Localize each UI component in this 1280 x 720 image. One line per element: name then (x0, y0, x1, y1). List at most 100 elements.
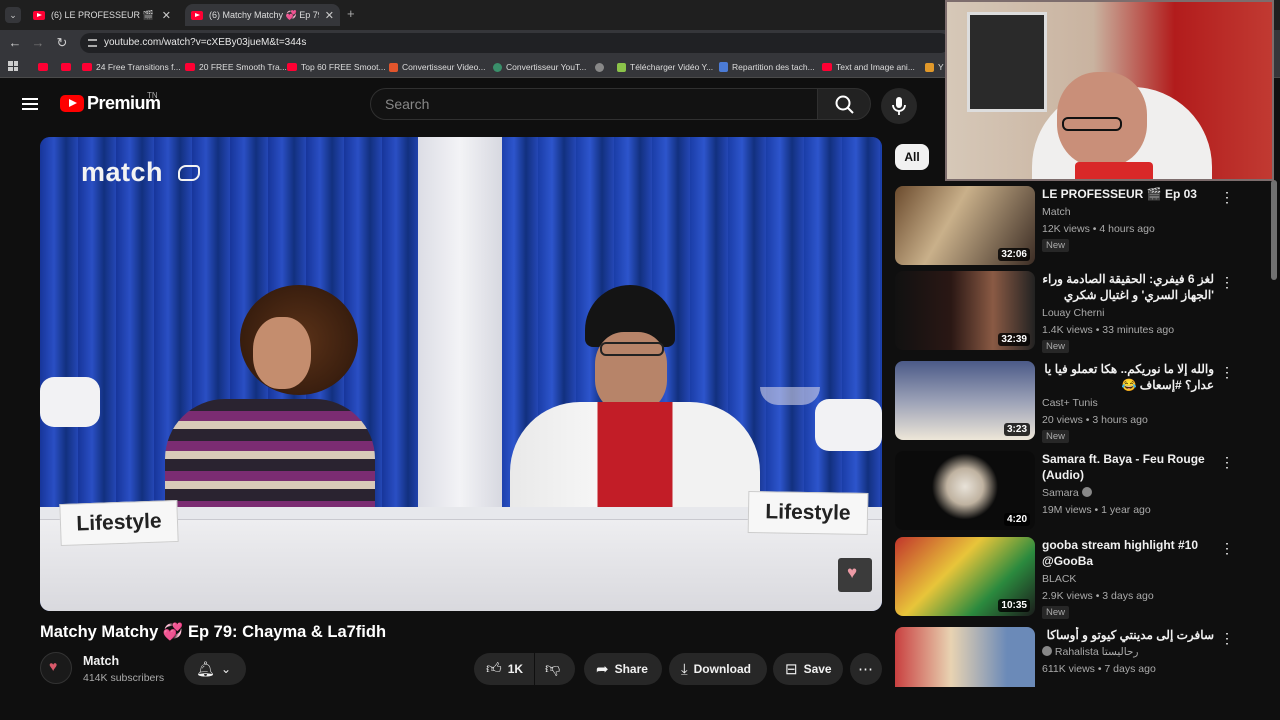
person-jacket (510, 402, 760, 522)
recommended-title[interactable]: سافرت إلى مدينتي كيوتو و أوساكا في الياب… (1042, 627, 1214, 643)
video-thumbnail[interactable]: 10:35 (895, 537, 1035, 616)
bookmark-label: 20 FREE Smooth Tra... (199, 62, 287, 72)
thumbs-down-icon: 👎︎ (545, 660, 561, 677)
video-thumbnail[interactable]: 3:23 (895, 361, 1035, 440)
site-info-icon[interactable] (88, 39, 97, 47)
voice-search-button[interactable] (881, 88, 917, 124)
recommended-channel[interactable]: BLACK (1042, 573, 1076, 585)
recommended-channel[interactable]: Cast+ Tunis (1042, 397, 1098, 409)
tab-title: (6) LE PROFESSEUR 🎬 Ep 03 🎬 (51, 9, 156, 20)
youtube-icon (33, 10, 45, 20)
video-thumbnail[interactable]: 32:06 (895, 186, 1035, 265)
recommended-channel[interactable]: Match (1042, 206, 1071, 218)
recommended-video[interactable]: 32:39 لغز 6 فيفري: الحقيقة الصادمة وراء … (895, 271, 1280, 353)
search-input[interactable]: Search (370, 88, 818, 120)
youtube-icon (82, 63, 92, 71)
url-field[interactable]: youtube.com/watch?v=cXEBy03jueM&t=344s (80, 33, 950, 53)
recommended-video[interactable]: سافرت إلى مدينتي كيوتو و أوساكا في الياب… (895, 627, 1280, 687)
apps-icon[interactable] (8, 61, 18, 71)
close-icon[interactable]: ✕ (325, 9, 334, 22)
lifestyle-card-left: Lifestyle (59, 499, 179, 547)
recommended-meta: 2.9K views • 3 days ago (1042, 590, 1154, 602)
tab-matchy-matchy[interactable]: (6) Matchy Matchy 💞 Ep 79: Chayma & La7f… (185, 4, 340, 26)
recommended-channel[interactable]: Rahalista رحاليستا (1042, 646, 1139, 658)
poster (967, 12, 1047, 112)
bookmark-item[interactable]: Télécharger Vidéo Y... (617, 60, 713, 74)
bookmark-item[interactable] (595, 60, 604, 74)
recommended-title[interactable]: لغز 6 فيفري: الحقيقة الصادمة وراء 'الجها… (1042, 271, 1214, 303)
recommended-meta: 12K views • 4 hours ago (1042, 223, 1155, 235)
close-icon[interactable]: ✕ (162, 9, 171, 22)
recommended-video[interactable]: 3:23 والله إلا ما نوريكم.. هكا تعملو فيا… (895, 361, 1280, 443)
forward-icon[interactable]: → (30, 35, 46, 51)
download-button[interactable]: ⤓ Download (669, 653, 767, 685)
more-vert-icon[interactable]: ⋮ (1220, 455, 1234, 469)
bookmark-item[interactable]: Y (925, 60, 944, 74)
more-vert-icon[interactable]: ⋮ (1220, 541, 1234, 555)
save-button[interactable]: ⊟ Save (773, 653, 843, 685)
more-vert-icon[interactable]: ⋮ (1220, 190, 1234, 204)
bookmark-label: Repartition des tach... (732, 62, 815, 72)
bookmark-item[interactable] (38, 60, 48, 74)
duration: 32:06 (998, 248, 1030, 261)
recommended-title[interactable]: gooba stream highlight #10 @GooBa (1042, 537, 1214, 569)
scrollbar[interactable] (1271, 180, 1277, 280)
tab-le-professeur[interactable]: (6) LE PROFESSEUR 🎬 Ep 03 🎬 ✕ (27, 4, 177, 26)
reload-icon[interactable]: ↻ (54, 35, 70, 51)
video-thumbnail[interactable]: 4:20 (895, 451, 1035, 530)
bookmark-item[interactable]: 20 FREE Smooth Tra... (185, 60, 287, 74)
dislike-button[interactable]: 👎︎ (535, 653, 575, 685)
recommended-title[interactable]: والله إلا ما نوريكم.. هكا تعملو فيا يا ع… (1042, 361, 1214, 393)
menu-icon[interactable] (22, 98, 38, 110)
bookmark-icon: ⊟ (785, 661, 798, 678)
youtube-icon (38, 63, 48, 71)
new-badge: New (1042, 606, 1070, 619)
channel-name[interactable]: Match (83, 654, 119, 668)
bookmark-item[interactable]: Convertisseur Video... (389, 60, 485, 74)
recommended-title[interactable]: LE PROFESSEUR 🎬 Ep 03 🎬 (1042, 186, 1214, 202)
video-player[interactable]: Lifestyle Lifestyle match (40, 137, 882, 611)
recommended-channel[interactable]: Samara (1042, 487, 1092, 499)
verified-icon (1042, 646, 1052, 656)
share-button[interactable]: ➦ Share (584, 653, 662, 685)
new-tab-button[interactable]: + (347, 6, 355, 21)
recommended-video[interactable]: 10:35 gooba stream highlight #10 @GooBa … (895, 537, 1280, 619)
person-sweater (165, 399, 375, 524)
tab-search-icon[interactable]: ⌄ (5, 7, 21, 23)
cocktail-glass (760, 387, 820, 405)
bookmark-item[interactable]: Top 60 FREE Smoot... (287, 60, 386, 74)
share-icon: ➦ (596, 661, 609, 678)
video-thumbnail[interactable]: 32:39 (895, 271, 1035, 350)
bookmark-item[interactable] (61, 60, 71, 74)
bookmark-label: Convertisseur YouT... (506, 62, 587, 72)
back-icon[interactable]: ← (7, 35, 23, 51)
bookmark-item[interactable]: 24 Free Transitions f... (82, 60, 181, 74)
search-button[interactable] (817, 88, 871, 120)
youtube-icon (61, 63, 71, 71)
waiter-glove-right (815, 399, 882, 451)
converter-icon (493, 62, 502, 72)
microphone-icon (892, 97, 906, 115)
url-text: youtube.com/watch?v=cXEBy03jueM&t=344s (104, 37, 307, 48)
recommended-title[interactable]: Samara ft. Baya - Feu Rouge (Audio) (1042, 451, 1214, 483)
chip-all[interactable]: All (895, 144, 929, 170)
more-vert-icon[interactable]: ⋮ (1220, 275, 1234, 289)
video-thumbnail[interactable] (895, 627, 1035, 687)
recommended-meta: 19M views • 1 year ago (1042, 504, 1151, 516)
recommended-channel[interactable]: Louay Cherni (1042, 307, 1104, 319)
like-button[interactable]: 👍︎ 1K (474, 653, 534, 685)
bookmark-item[interactable]: Text and Image ani... (822, 60, 915, 74)
bookmark-item[interactable]: Convertisseur YouT... (493, 60, 586, 74)
more-actions-button[interactable]: ⋯ (850, 653, 882, 685)
channel-avatar[interactable] (40, 652, 72, 684)
video-title: Matchy Matchy 💞 Ep 79: Chayma & La7fidh (40, 623, 387, 641)
youtube-icon (191, 10, 203, 20)
recommended-video[interactable]: 4:20 Samara ft. Baya - Feu Rouge (Audio)… (895, 451, 1280, 533)
more-vert-icon[interactable]: ⋮ (1220, 365, 1234, 379)
youtube-logo-icon[interactable] (60, 95, 84, 112)
notifications-button[interactable]: 🔔︎ ⌄ (184, 653, 246, 685)
channel-watermark-icon[interactable] (838, 558, 872, 592)
recommended-video[interactable]: 32:06 LE PROFESSEUR 🎬 Ep 03 🎬 Match 12K … (895, 186, 1280, 268)
bookmark-item[interactable]: Repartition des tach... (719, 60, 815, 74)
more-vert-icon[interactable]: ⋮ (1220, 631, 1234, 645)
